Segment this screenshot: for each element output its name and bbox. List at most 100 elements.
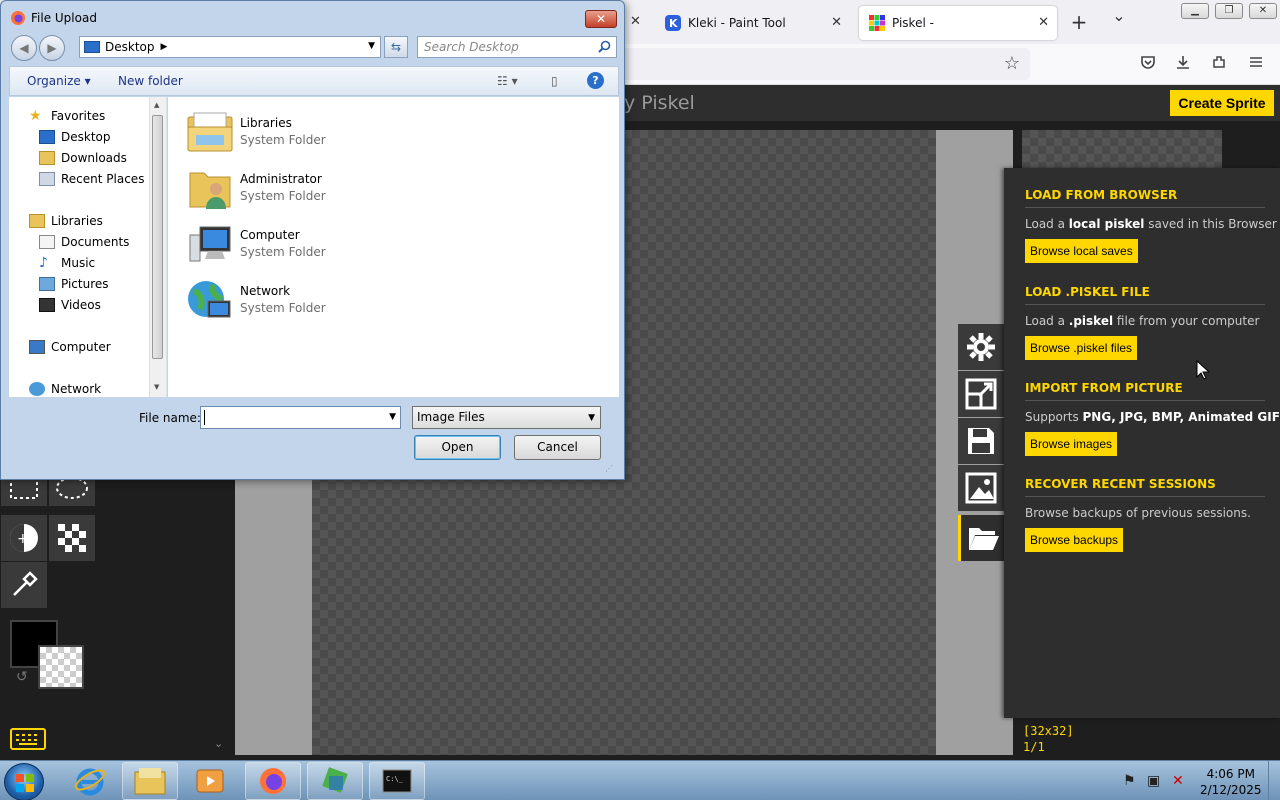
browse-images-button[interactable]: Browse images [1025, 432, 1118, 456]
resize-tab[interactable] [958, 371, 1004, 417]
pocket-icon[interactable] [1138, 54, 1158, 74]
scroll-up-icon[interactable]: ▲ [154, 101, 159, 109]
nav-favorites[interactable]: ★ Favorites [29, 109, 105, 123]
address-bar[interactable]: Desktop ▶ ▼ [79, 36, 381, 58]
dialog-title: File Upload [31, 11, 97, 25]
tab-piskel[interactable]: Piskel - ✕ [859, 6, 1057, 40]
media-player-icon[interactable] [182, 762, 238, 800]
file-explorer-icon[interactable] [122, 762, 178, 800]
network-tray-icon[interactable]: ▣ [1147, 773, 1160, 789]
file-item-computer[interactable]: Computer System Folder [186, 217, 446, 267]
view-options-icon[interactable]: ☷ ▾ [497, 74, 518, 88]
dropdown-arrow-icon[interactable]: ▼ [389, 412, 396, 422]
section-heading: RECOVER RECENT SESSIONS [1025, 477, 1265, 497]
resize-grip-icon[interactable]: ⋰ [605, 464, 613, 473]
create-sprite-button[interactable]: Create Sprite [1170, 90, 1274, 116]
action-center-flag-icon[interactable]: ⚑ [1123, 773, 1136, 789]
section-description: Supports PNG, JPG, BMP, Animated GIF [1025, 410, 1280, 424]
dither-tool[interactable] [49, 515, 95, 561]
section-heading: LOAD FROM BROWSER [1025, 188, 1265, 208]
file-item-network[interactable]: Network System Folder [186, 273, 446, 323]
menu-icon[interactable] [1246, 54, 1266, 74]
tab-close-icon[interactable]: ✕ [831, 15, 842, 30]
nav-network[interactable]: Network [29, 382, 101, 396]
minimize-button[interactable]: ▁ [1181, 3, 1209, 19]
breadcrumb-arrow-icon[interactable]: ▶ [161, 42, 168, 52]
open-button[interactable]: Open [414, 435, 501, 460]
tab-kleki[interactable]: K Kleki - Paint Tool ✕ [655, 6, 850, 40]
dialog-close-button[interactable]: ✕ [585, 10, 617, 28]
nav-libraries[interactable]: Libraries [29, 214, 103, 228]
nav-documents[interactable]: Documents [39, 235, 129, 249]
file-type-select[interactable]: Image Files ▼ [412, 406, 601, 429]
load-piskel-file-section: LOAD .PISKEL FILE Load a .piskel file fr… [1025, 285, 1265, 360]
internet-explorer-icon[interactable] [62, 762, 118, 800]
dropdown-arrow-icon[interactable]: ▼ [588, 413, 595, 423]
svg-text:+: + [17, 531, 29, 547]
browse-local-saves-button[interactable]: Browse local saves [1025, 239, 1138, 263]
tab-close-icon[interactable]: ✕ [1038, 15, 1049, 30]
nav-desktop[interactable]: Desktop [39, 130, 111, 144]
file-name-input[interactable]: ▼ [200, 406, 401, 429]
firefox-icon [10, 10, 26, 29]
tab-label: Piskel - [892, 16, 934, 30]
file-item-libraries[interactable]: Libraries System Folder [186, 105, 446, 155]
scroll-down-icon[interactable]: ▼ [154, 383, 159, 391]
back-button[interactable]: ◀ [11, 35, 37, 61]
nav-computer[interactable]: Computer [29, 340, 111, 354]
new-tab-button[interactable]: + [1068, 10, 1090, 34]
chevron-down-icon[interactable]: ⌄ [214, 737, 223, 750]
refresh-button[interactable]: ⇆ [384, 36, 408, 58]
nav-music[interactable]: ♪ Music [39, 256, 95, 270]
search-input[interactable]: Search Desktop [417, 36, 617, 58]
url-bar[interactable]: ☆ [560, 48, 1030, 80]
color-picker-tool[interactable] [1, 562, 47, 608]
nav-recent-places[interactable]: Recent Places [39, 172, 144, 186]
firefox-taskbar-icon[interactable] [245, 762, 301, 800]
clock[interactable]: 4:06 PM 2/12/2025 [1200, 766, 1262, 798]
frame-counter: 1/1 [1023, 740, 1045, 754]
nav-videos[interactable]: Videos [39, 298, 101, 312]
address-dropdown-icon[interactable]: ▼ [368, 41, 375, 51]
extensions-icon[interactable] [1209, 54, 1229, 74]
organize-button[interactable]: Organize ▾ [27, 74, 91, 88]
settings-tab[interactable] [958, 324, 1004, 370]
browse-backups-button[interactable]: Browse backups [1025, 528, 1124, 552]
file-item-administrator[interactable]: Administrator System Folder [186, 161, 446, 211]
new-folder-button[interactable]: New folder [118, 74, 183, 88]
nav-scrollbar[interactable]: ▲ ▼ [149, 97, 166, 397]
tab-close-icon[interactable]: ✕ [630, 14, 641, 29]
save-tab[interactable] [958, 418, 1004, 464]
forward-button[interactable]: ▶ [39, 35, 65, 61]
mouse-cursor-icon [1196, 359, 1211, 383]
swap-colors-icon[interactable]: ↺ [16, 669, 28, 685]
scroll-thumb[interactable] [152, 115, 163, 359]
section-description: Browse backups of previous sessions. [1025, 506, 1251, 520]
app-taskbar-icon[interactable] [307, 762, 363, 800]
start-button[interactable] [4, 763, 44, 800]
clock-time: 4:06 PM [1206, 767, 1255, 781]
downloads-icon[interactable] [1173, 54, 1193, 74]
cancel-button[interactable]: Cancel [514, 435, 601, 460]
nav-downloads[interactable]: Downloads [39, 151, 127, 165]
show-desktop-button[interactable] [1268, 761, 1280, 800]
export-tab[interactable] [958, 465, 1004, 511]
lighten-tool[interactable]: + [1, 515, 47, 561]
help-icon[interactable]: ? [587, 72, 604, 89]
keyboard-shortcuts-icon[interactable] [10, 728, 46, 753]
documents-icon [39, 235, 55, 249]
libraries-folder-icon [186, 109, 234, 157]
secondary-color-swatch[interactable] [38, 645, 84, 689]
window-close-button[interactable]: ✕ [1249, 3, 1277, 19]
command-prompt-icon[interactable]: C:\_ [369, 762, 425, 800]
import-tab[interactable] [958, 515, 1004, 561]
music-icon: ♪ [39, 255, 48, 271]
nav-pictures[interactable]: Pictures [39, 277, 109, 291]
browse-piskel-files-button[interactable]: Browse .piskel files [1025, 336, 1138, 360]
maximize-button[interactable]: ❐ [1215, 3, 1243, 19]
piskel-title: y Piskel [624, 92, 695, 114]
volume-muted-icon[interactable]: ✕ [1172, 773, 1184, 789]
bookmark-star-icon[interactable]: ☆ [1004, 53, 1020, 74]
list-all-tabs-button[interactable]: ⌄ [1108, 6, 1130, 25]
preview-pane-icon[interactable]: ▯ [551, 74, 558, 88]
